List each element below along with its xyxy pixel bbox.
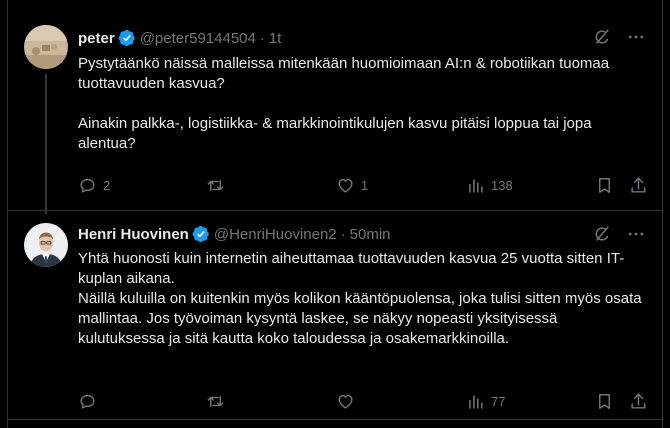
heart-icon bbox=[338, 394, 353, 409]
heart-icon bbox=[338, 178, 353, 193]
bookmark-icon bbox=[599, 178, 610, 193]
author-handle[interactable]: @HenriHuovinen2 bbox=[214, 226, 337, 243]
views-icon bbox=[469, 395, 483, 409]
retweet-button[interactable] bbox=[206, 176, 231, 195]
view-count: 77 bbox=[491, 394, 506, 409]
more-icon[interactable] bbox=[626, 27, 646, 47]
tweet-paragraph: Pystytäänkö näissä malleissa mitenkään h… bbox=[78, 55, 610, 92]
verified-badge-icon[interactable] bbox=[192, 225, 210, 243]
timestamp[interactable]: 1t bbox=[269, 30, 282, 47]
tweet-paragraph: Yhtä huonosti kuin internetin aiheuttama… bbox=[78, 250, 625, 287]
reply-icon bbox=[80, 178, 95, 193]
tweet-text: Yhtä huonosti kuin internetin aiheuttama… bbox=[78, 249, 648, 349]
reply-button[interactable] bbox=[78, 392, 103, 411]
tweet-header: peter @peter59144504 · 1t bbox=[78, 28, 281, 48]
separator-dot: · bbox=[340, 225, 346, 243]
bookmark-button[interactable] bbox=[595, 176, 614, 195]
tweet-top-actions bbox=[592, 27, 646, 47]
author-name[interactable]: Henri Huovinen bbox=[78, 226, 189, 243]
reply-button[interactable]: 2 bbox=[78, 176, 110, 195]
author-name[interactable]: peter bbox=[78, 30, 115, 47]
like-count: 1 bbox=[361, 178, 369, 193]
grok-icon[interactable] bbox=[592, 224, 612, 244]
thread-line bbox=[45, 74, 47, 214]
author-handle[interactable]: @peter59144504 bbox=[140, 30, 256, 47]
tweet[interactable]: Henri Huovinen @HenriHuovinen2 · 50min Y… bbox=[8, 210, 662, 420]
retweet-icon bbox=[207, 180, 224, 191]
bookmark-button[interactable] bbox=[595, 392, 614, 411]
tweet-top-actions bbox=[592, 224, 646, 244]
like-button[interactable]: 1 bbox=[336, 176, 368, 195]
views-button[interactable]: 77 bbox=[466, 392, 505, 411]
tweet-actions: 77 bbox=[78, 392, 654, 414]
retweet-icon bbox=[207, 396, 224, 407]
views-button[interactable]: 138 bbox=[466, 176, 513, 195]
share-icon bbox=[631, 393, 646, 409]
share-icon bbox=[631, 177, 646, 193]
tweet-paragraph: Ainakin palkka-, logistiikka- & markkino… bbox=[78, 115, 592, 152]
grok-icon[interactable] bbox=[592, 27, 612, 47]
reply-icon bbox=[80, 394, 95, 409]
views-icon bbox=[469, 179, 483, 193]
tweet-header: Henri Huovinen @HenriHuovinen2 · 50min bbox=[78, 224, 391, 244]
like-button[interactable] bbox=[336, 392, 361, 411]
share-button[interactable] bbox=[629, 176, 648, 195]
frame-border-right bbox=[662, 0, 663, 428]
avatar[interactable] bbox=[24, 25, 68, 69]
separator-dot: · bbox=[259, 29, 265, 47]
share-button[interactable] bbox=[629, 392, 648, 411]
reply-count: 2 bbox=[103, 178, 111, 193]
verified-badge-icon[interactable] bbox=[118, 29, 136, 47]
more-icon[interactable] bbox=[626, 224, 646, 244]
retweet-button[interactable] bbox=[206, 392, 231, 411]
avatar[interactable] bbox=[24, 223, 68, 267]
tweet-paragraph: Näillä kuluilla on kuitenkin myös koliko… bbox=[78, 290, 642, 347]
view-count: 138 bbox=[491, 178, 513, 193]
bookmark-icon bbox=[599, 394, 610, 409]
tweet-actions: 2 1 138 bbox=[78, 176, 654, 198]
tweet-text: Pystytäänkö näissä malleissa mitenkään h… bbox=[78, 54, 648, 154]
tweet[interactable]: peter @peter59144504 · 1t Pystytäänkö nä… bbox=[8, 14, 662, 214]
timestamp[interactable]: 50min bbox=[350, 226, 391, 243]
